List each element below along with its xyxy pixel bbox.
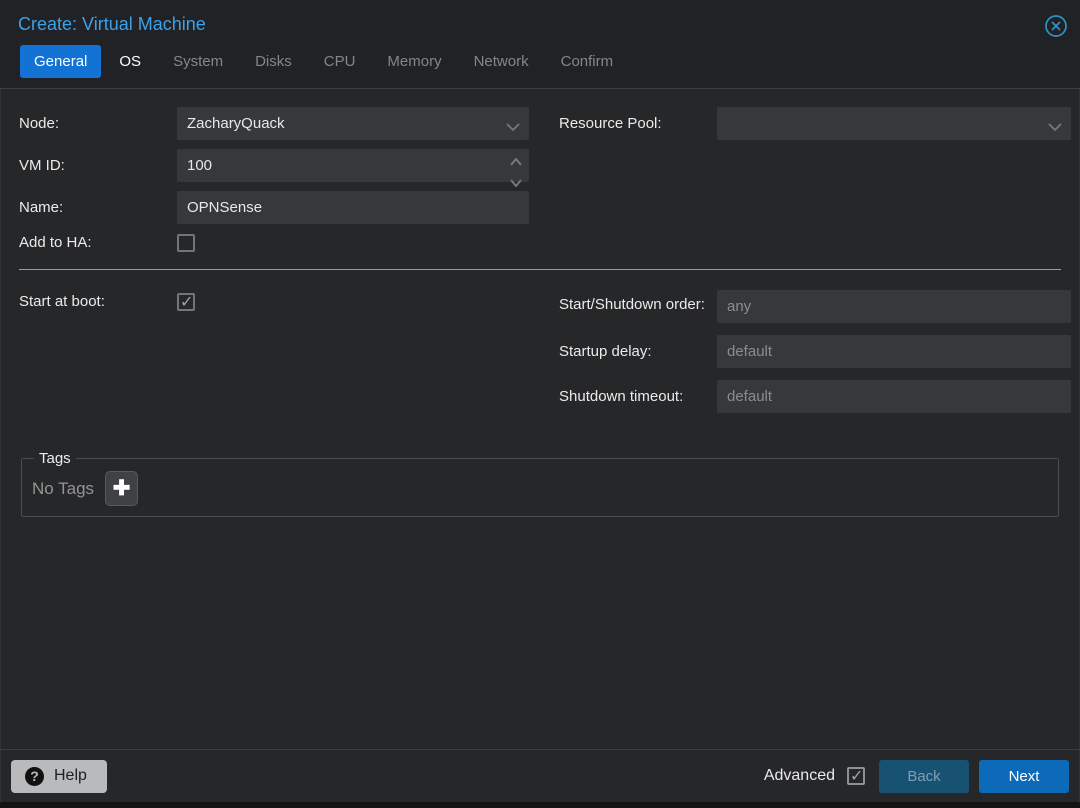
tab-system: System	[173, 53, 224, 70]
form-panel: Node: VM ID:	[0, 89, 1080, 749]
create-vm-dialog: Create: Virtual Machine General OS Syste…	[0, 0, 1080, 802]
no-tags-text: No Tags	[32, 478, 95, 498]
advanced-checkbox[interactable]	[847, 766, 865, 786]
wizard-tabbar: General OS System Disks CPU Memory Netwo…	[0, 35, 1080, 89]
dialog-title: Create: Virtual Machine	[18, 14, 206, 34]
question-circle-icon: ?	[25, 766, 44, 786]
node-label: Node:	[19, 114, 60, 132]
add-tag-button[interactable]: ✚	[105, 471, 139, 506]
vmid-input[interactable]	[177, 149, 529, 182]
startup-delay-input[interactable]	[717, 335, 1071, 368]
startup-delay-label: Startup delay:	[559, 342, 652, 360]
dialog-header: Create: Virtual Machine	[0, 0, 1080, 38]
plus-icon: ✚	[112, 477, 131, 500]
start-at-boot-checkbox[interactable]	[177, 292, 195, 312]
startup-delay-field[interactable]	[717, 335, 1071, 368]
shutdown-timeout-field[interactable]	[717, 380, 1071, 413]
screen: Create: Virtual Machine General OS Syste…	[0, 0, 1080, 808]
name-label: Name:	[19, 198, 64, 216]
shutdown-timeout-input[interactable]	[717, 380, 1071, 413]
resource-pool-dropdown[interactable]	[717, 107, 1071, 140]
vmid-spinner[interactable]	[177, 149, 529, 188]
help-button[interactable]: ? Help	[11, 759, 107, 793]
chevron-down-icon	[1048, 119, 1062, 137]
tab-cpu: CPU	[323, 53, 356, 70]
tab-network: Network	[473, 53, 529, 70]
tab-confirm: Confirm	[560, 53, 614, 70]
add-to-ha-label: Add to HA:	[19, 234, 92, 251]
tab-memory: Memory	[387, 53, 442, 70]
tags-legend: Tags	[39, 450, 71, 467]
advanced-label: Advanced	[763, 767, 835, 784]
vmid-label: VM ID:	[19, 156, 65, 174]
chevron-down-icon	[506, 119, 520, 137]
dialog-footer: ? Help Advanced Back Next	[0, 749, 1080, 802]
shutdown-timeout-label: Shutdown timeout:	[559, 387, 684, 405]
resource-pool-input[interactable]	[717, 107, 1071, 140]
chevron-down-icon[interactable]	[510, 174, 522, 192]
tab-os[interactable]: OS	[105, 45, 155, 78]
resource-pool-label: Resource Pool:	[559, 114, 662, 132]
back-button[interactable]: Back	[879, 759, 969, 793]
close-icon[interactable]	[1044, 14, 1068, 38]
tab-general[interactable]: General	[20, 45, 102, 78]
node-dropdown[interactable]	[177, 107, 529, 140]
next-button[interactable]: Next	[979, 759, 1069, 793]
chevron-up-icon[interactable]	[510, 153, 522, 171]
tags-fieldset: Tags No Tags ✚	[21, 450, 1059, 517]
name-input[interactable]	[177, 191, 529, 224]
start-at-boot-label: Start at boot:	[19, 293, 105, 310]
node-input[interactable]	[177, 107, 529, 140]
section-divider	[19, 269, 1061, 270]
name-field[interactable]	[177, 191, 529, 224]
help-button-label: Help	[54, 767, 87, 784]
startshutdown-order-field[interactable]	[717, 290, 1071, 323]
add-to-ha-checkbox[interactable]	[177, 234, 195, 252]
tab-disks: Disks	[255, 53, 292, 70]
startshutdown-order-input[interactable]	[717, 290, 1071, 323]
startshutdown-order-label: Start/Shutdown order:	[559, 296, 705, 313]
